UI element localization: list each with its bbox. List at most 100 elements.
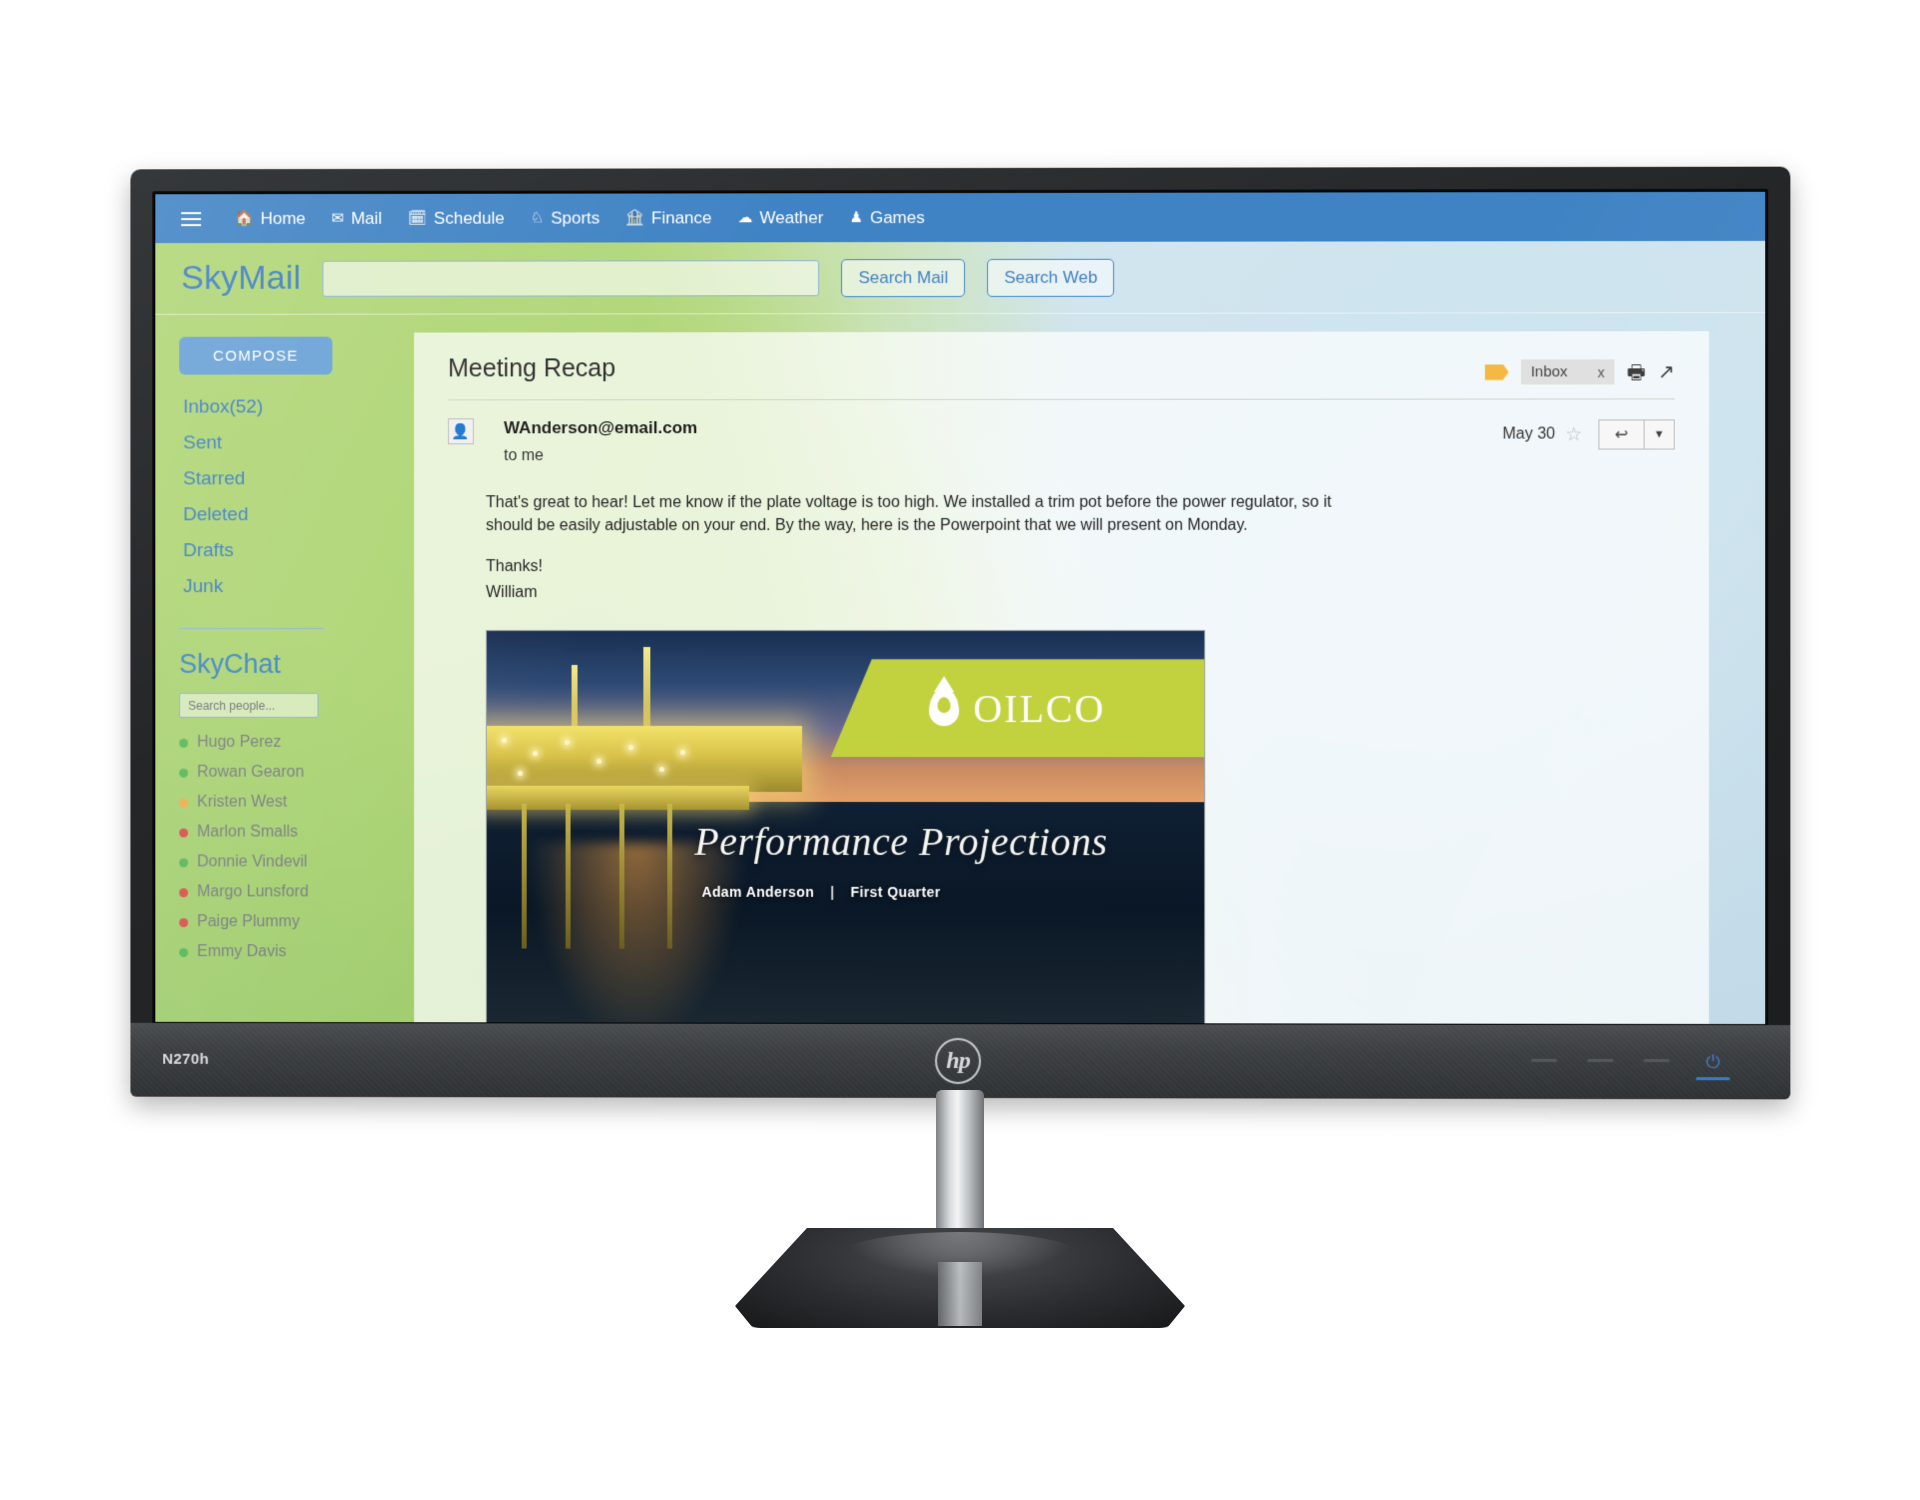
chess-pawn-icon: ♟ <box>849 209 863 227</box>
monitor-chin: N270h hp ⏻ <box>130 1022 1791 1100</box>
open-in-new-window-icon[interactable]: ↗ <box>1658 361 1675 383</box>
status-dot <box>179 917 189 927</box>
message-signoff: Thanks! <box>485 558 543 576</box>
contact-item[interactable]: Rowan Gearon <box>179 764 404 782</box>
top-navigation-bar: 🏠 Home ✉ Mail 🗓 Schedule ♘ Sports 🏦 Fina… <box>155 191 1766 244</box>
contact-item[interactable]: Margo Lunsford <box>179 883 404 901</box>
nav-label-home: Home <box>260 208 306 228</box>
nav-label-mail: Mail <box>350 208 382 228</box>
mail-reading-pane: Meeting Recap Inbox x 🖶 ↗ 👤 WAnderson@em… <box>414 331 1709 1025</box>
app-body: COMPOSE Inbox(52) Sent Starred Deleted D… <box>155 313 1765 1025</box>
hamburger-menu-icon[interactable] <box>181 211 202 226</box>
message-paragraph: That's great to hear! Let me know if the… <box>485 493 1332 535</box>
slide-byline: Adam Anderson | First Quarter <box>702 883 941 899</box>
power-icon[interactable]: ⏻ <box>1702 1051 1724 1073</box>
mail-actions: May 30 ☆ ↩ ▼ <box>1502 417 1675 450</box>
inbox-chip-label: Inbox <box>1530 363 1568 381</box>
trophy-icon: ♘ <box>530 209 544 227</box>
osd-buttons[interactable] <box>1531 1058 1670 1063</box>
status-dot <box>179 887 189 897</box>
sidebar-item-junk[interactable]: Junk <box>179 576 404 598</box>
slide-separator: | <box>830 883 835 900</box>
message-signer: William <box>485 583 538 601</box>
cloud-icon: ☁ <box>737 209 753 227</box>
monitor-stand-strip <box>938 1262 982 1326</box>
status-dot <box>179 798 189 808</box>
recipient-label: to me <box>503 447 544 465</box>
page-title: Meeting Recap <box>447 354 616 383</box>
home-icon: 🏠 <box>234 210 254 228</box>
contact-item[interactable]: Marlon Smalls <box>179 823 404 841</box>
rig-lights <box>486 731 749 791</box>
power-indicator <box>1695 1077 1731 1081</box>
contact-item[interactable]: Paige Plummy <box>179 913 404 931</box>
sender-email: WAnderson@email.com <box>503 418 698 438</box>
monitor-model-label: N270h <box>162 1050 210 1068</box>
contact-name: Hugo Perez <box>197 733 282 751</box>
contact-name: Marlon Smalls <box>197 823 298 841</box>
nav-label-sports: Sports <box>550 208 600 228</box>
nav-label-games: Games <box>869 207 925 227</box>
sidebar-item-inbox[interactable]: Inbox(52) <box>179 396 404 418</box>
star-outline-icon[interactable]: ☆ <box>1565 423 1582 446</box>
nav-item-weather[interactable]: ☁ Weather <box>738 208 824 228</box>
bank-icon: 🏦 <box>625 209 645 227</box>
status-dot <box>179 827 189 837</box>
nav-label-finance: Finance <box>651 207 712 227</box>
nav-item-finance[interactable]: 🏦 Finance <box>626 208 712 228</box>
close-icon[interactable]: x <box>1598 364 1605 380</box>
app-logo: SkyMail <box>181 258 301 297</box>
sidebar-item-deleted[interactable]: Deleted <box>179 504 404 526</box>
sidebar-item-drafts[interactable]: Drafts <box>179 540 404 562</box>
sidebar-item-starred[interactable]: Starred <box>179 468 404 490</box>
chevron-down-icon[interactable]: ▼ <box>1644 419 1675 450</box>
monitor-screen: 🏠 Home ✉ Mail 🗓 Schedule ♘ Sports 🏦 Fina… <box>155 191 1766 1025</box>
monitor: 🏠 Home ✉ Mail 🗓 Schedule ♘ Sports 🏦 Fina… <box>130 166 1791 1100</box>
nav-label-schedule: Schedule <box>433 208 505 228</box>
status-dot <box>179 738 189 748</box>
search-input[interactable] <box>322 259 820 297</box>
slide-title: Performance Projections <box>694 819 1108 865</box>
monitor-screen-frame: 🏠 Home ✉ Mail 🗓 Schedule ♘ Sports 🏦 Fina… <box>152 188 1769 1028</box>
contact-item[interactable]: Emmy Davis <box>179 943 404 961</box>
compose-button[interactable]: COMPOSE <box>179 336 333 375</box>
contact-name: Emmy Davis <box>197 943 287 961</box>
contact-item[interactable]: Hugo Perez <box>179 734 404 752</box>
search-web-button[interactable]: Search Web <box>987 258 1115 297</box>
mail-header-tools: Inbox x 🖶 ↗ <box>1485 353 1675 385</box>
sidebar-divider <box>179 628 325 630</box>
reply-button[interactable]: ↩ <box>1598 419 1645 450</box>
nav-item-home[interactable]: 🏠 Home <box>235 208 306 228</box>
label-tag-icon[interactable] <box>1485 364 1509 380</box>
oilco-company-name: OILCO <box>973 685 1106 731</box>
header-divider <box>447 398 1675 401</box>
reply-button-group: ↩ ▼ <box>1598 419 1675 450</box>
contact-name: Margo Lunsford <box>197 883 309 901</box>
screenshot-stage: 🏠 Home ✉ Mail 🗓 Schedule ♘ Sports 🏦 Fina… <box>0 0 1920 1500</box>
mail-header: Meeting Recap Inbox x 🖶 ↗ <box>448 353 1675 385</box>
contact-name: Paige Plummy <box>197 913 300 931</box>
contact-name: Rowan Gearon <box>197 763 305 781</box>
status-dot <box>179 768 189 778</box>
nav-item-schedule[interactable]: 🗓 Schedule <box>408 208 505 228</box>
powerpoint-slide-attachment[interactable]: OILCO Performance Projections Adam Ander… <box>485 629 1206 1025</box>
contact-item[interactable]: Kristen West <box>179 794 404 812</box>
message-body: That's great to hear! Let me know if the… <box>448 491 1675 604</box>
nav-item-sports[interactable]: ♘ Sports <box>530 208 599 228</box>
hp-logo-text: hp <box>946 1047 970 1075</box>
nav-item-mail[interactable]: ✉ Mail <box>331 208 382 228</box>
nav-label-weather: Weather <box>759 207 824 227</box>
people-search-input[interactable] <box>179 692 319 718</box>
nav-item-games[interactable]: ♟ Games <box>850 208 925 228</box>
contact-list: Hugo Perez Rowan Gearon Kristen West Mar… <box>179 734 404 962</box>
printer-icon[interactable]: 🖶 <box>1627 361 1646 383</box>
search-mail-button[interactable]: Search Mail <box>841 258 966 297</box>
sidebar: COMPOSE Inbox(52) Sent Starred Deleted D… <box>155 315 404 1023</box>
contact-item[interactable]: Donnie Vindevil <box>179 853 404 871</box>
brand-search-bar: SkyMail Search Mail Search Web <box>155 240 1766 315</box>
status-dot <box>179 947 189 957</box>
contact-name: Donnie Vindevil <box>197 853 308 871</box>
sidebar-item-sent[interactable]: Sent <box>179 432 404 454</box>
contact-name: Kristen West <box>197 793 288 811</box>
inbox-label-chip[interactable]: Inbox x <box>1520 359 1615 385</box>
